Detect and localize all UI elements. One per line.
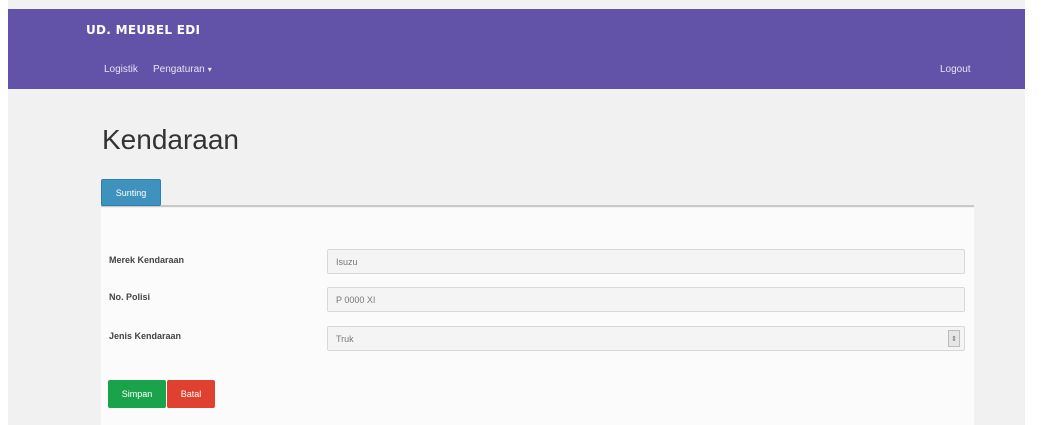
logout-link[interactable]: Logout (940, 64, 971, 75)
merek-kendaraan-label: Merek Kendaraan (109, 255, 185, 265)
save-button[interactable]: Simpan (108, 380, 166, 408)
merek-kendaraan-value: Isuzu (336, 256, 358, 267)
cancel-button[interactable]: Batal (167, 380, 215, 408)
jenis-kendaraan-select[interactable]: Truk ⇕ (327, 326, 965, 351)
caret-down-icon: ▾ (207, 65, 212, 74)
jenis-kendaraan-label: Jenis Kendaraan (109, 331, 182, 341)
top-navbar: UD. MEUBEL EDI Logistik Pengaturan ▾ Logo… (8, 9, 1025, 89)
no-polisi-value: P 0000 XI (336, 294, 376, 305)
brand-logo[interactable]: UD. MEUBEL EDI (86, 23, 200, 37)
tab-sunting[interactable]: Sunting (101, 179, 161, 206)
jenis-kendaraan-value: Truk (336, 333, 354, 344)
nav-item-logistik[interactable]: Logistik (104, 64, 138, 75)
page-margin-right (1025, 0, 1061, 425)
nav-item-pengaturan[interactable]: Pengaturan ▾ (153, 64, 212, 75)
nav-item-pengaturan-label: Pengaturan (153, 64, 205, 75)
no-polisi-input[interactable]: P 0000 XI (327, 287, 965, 312)
page-margin-left (0, 0, 8, 425)
select-arrows-icon: ⇕ (948, 330, 960, 347)
tab-strip (101, 205, 974, 207)
no-polisi-label: No. Polisi (109, 292, 151, 302)
form-panel (101, 208, 974, 425)
page-title: Kendaraan (102, 124, 240, 155)
merek-kendaraan-input[interactable]: Isuzu (327, 249, 965, 274)
